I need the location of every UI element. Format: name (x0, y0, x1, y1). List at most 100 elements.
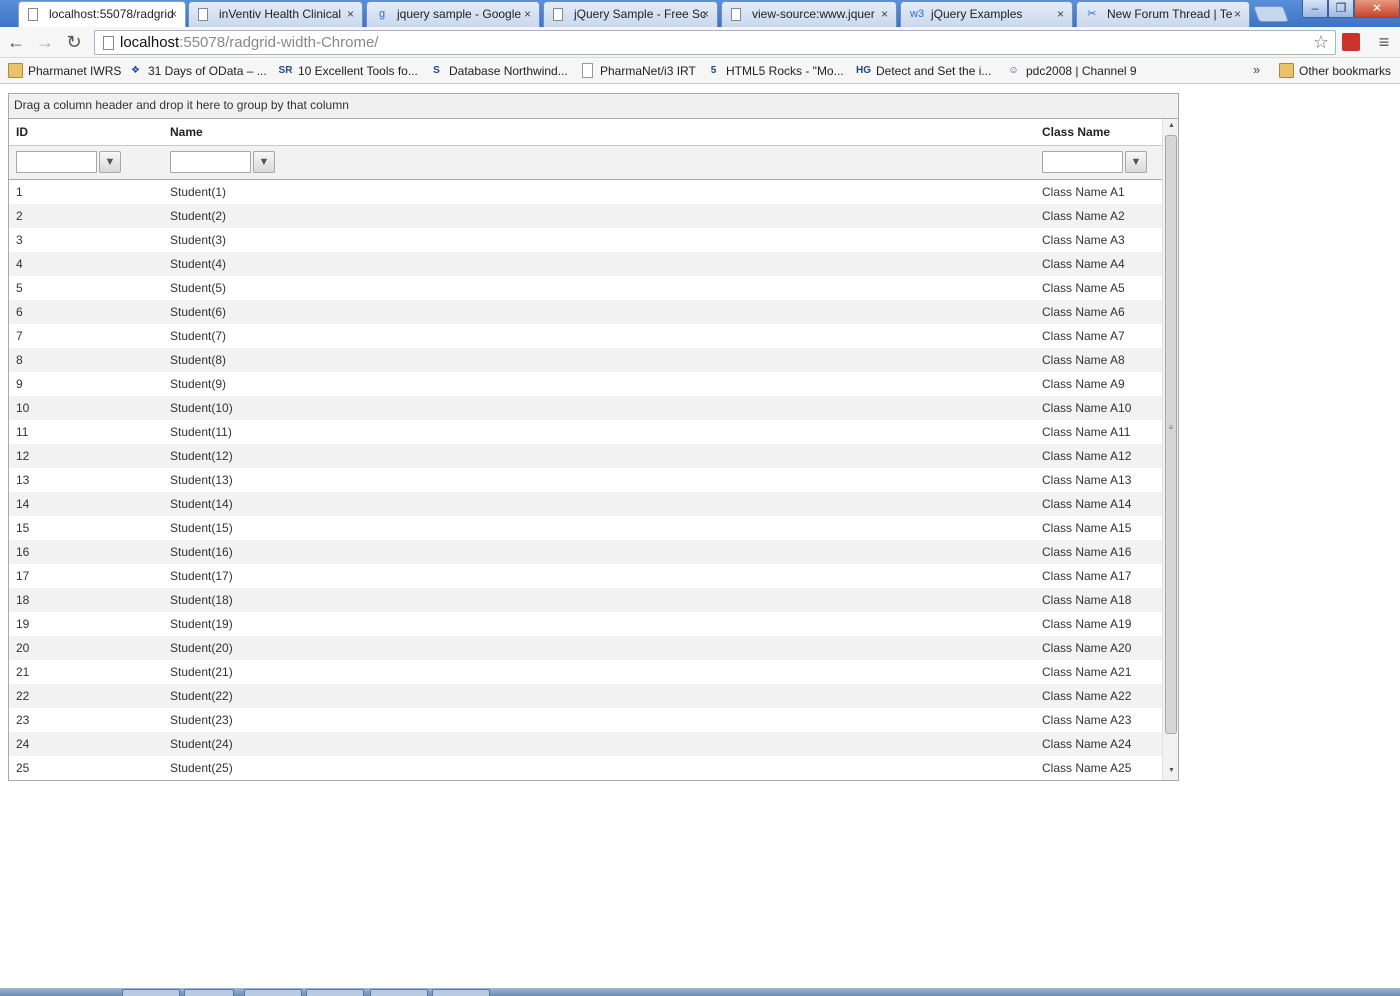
column-header-class-name[interactable]: Class Name (1042, 125, 1110, 139)
table-row[interactable]: 22 Student(22) Class Name A22 (9, 684, 1162, 708)
tab-1[interactable]: localhost:55078/radgrid × (18, 1, 186, 28)
restore-button[interactable]: ❐ (1328, 0, 1354, 18)
taskbar-item[interactable] (184, 989, 234, 996)
name-filter-icon[interactable]: ▼ (253, 151, 275, 173)
id-filter-input[interactable] (16, 151, 97, 173)
close-tab-icon[interactable]: × (702, 2, 709, 26)
cell-id: 10 (16, 401, 30, 415)
w3-icon: w3 (910, 8, 925, 20)
table-row[interactable]: 17 Student(17) Class Name A17 (9, 564, 1162, 588)
address-bar[interactable]: localhost:55078/radgrid-width-Chrome/ ☆ (94, 30, 1336, 55)
name-filter-input[interactable] (170, 151, 251, 173)
taskbar (0, 988, 1400, 996)
class-name-filter-input[interactable] (1042, 151, 1123, 173)
bookmark-star-icon[interactable]: ☆ (1313, 32, 1329, 53)
table-row[interactable]: 5 Student(5) Class Name A5 (9, 276, 1162, 300)
bookmark-label: PharmaNet/i3 IRT (600, 64, 696, 78)
url-text[interactable]: localhost:55078/radgrid-width-Chrome/ (120, 34, 378, 51)
reload-icon[interactable]: ↻ (63, 31, 85, 53)
tab-2[interactable]: inVentiv Health Clinical × (188, 1, 363, 27)
table-row[interactable]: 21 Student(21) Class Name A21 (9, 660, 1162, 684)
scroll-thumb[interactable]: ≡ (1165, 135, 1177, 734)
tab-title: view-source:www.jquer (752, 7, 875, 21)
forward-icon[interactable]: → (34, 31, 56, 53)
cell-id: 1 (16, 185, 23, 199)
close-tab-icon[interactable]: × (881, 2, 888, 26)
id-filter-icon[interactable]: ▼ (99, 151, 121, 173)
table-row[interactable]: 4 Student(4) Class Name A4 (9, 252, 1162, 276)
column-header-id[interactable]: ID (16, 125, 28, 139)
taskbar-item[interactable] (432, 989, 490, 996)
table-row[interactable]: 19 Student(19) Class Name A19 (9, 612, 1162, 636)
bookmarks-overflow-button[interactable]: » (1253, 62, 1260, 77)
taskbar-item[interactable] (244, 989, 302, 996)
scroll-up-icon[interactable]: ▲ (1163, 119, 1178, 133)
menu-icon[interactable]: ≡ (1376, 33, 1392, 51)
page-icon (553, 8, 563, 21)
bookmark-item[interactable]: S Database Northwind... (429, 62, 568, 80)
tab-title: localhost:55078/radgrid (49, 7, 174, 21)
column-header-name[interactable]: Name (170, 125, 203, 139)
close-tab-icon[interactable]: × (1057, 2, 1064, 26)
cell-name: Student(15) (170, 521, 233, 535)
table-row[interactable]: 15 Student(15) Class Name A15 (9, 516, 1162, 540)
tab-7[interactable]: ✂ New Forum Thread | Te × (1076, 1, 1250, 27)
tab-4[interactable]: jQuery Sample - Free Sc × (543, 1, 718, 27)
table-row[interactable]: 7 Student(7) Class Name A7 (9, 324, 1162, 348)
bookmark-label: Detect and Set the i... (876, 64, 992, 78)
back-icon[interactable]: ← (5, 31, 27, 53)
scroll-down-icon[interactable]: ▼ (1163, 764, 1178, 778)
grid-body: ID Name Class Name ▼ ▼ ▼ 1 Student(1) Clas… (9, 119, 1162, 780)
cell-id: 25 (16, 761, 30, 775)
taskbar-item[interactable] (370, 989, 428, 996)
table-row[interactable]: 20 Student(20) Class Name A20 (9, 636, 1162, 660)
close-window-button[interactable]: ✕ (1354, 0, 1400, 18)
table-row[interactable]: 9 Student(9) Class Name A9 (9, 372, 1162, 396)
cell-id: 6 (16, 305, 23, 319)
new-tab-button[interactable] (1253, 6, 1289, 22)
class-name-filter-icon[interactable]: ▼ (1125, 151, 1147, 173)
taskbar-item[interactable] (306, 989, 364, 996)
bookmark-item[interactable]: 5 HTML5 Rocks - "Mo... (706, 62, 844, 80)
tab-6[interactable]: w3 jQuery Examples × (900, 1, 1073, 27)
close-tab-icon[interactable]: × (347, 2, 354, 26)
other-bookmarks-folder[interactable]: Other bookmarks (1279, 62, 1391, 80)
table-row[interactable]: 11 Student(11) Class Name A11 (9, 420, 1162, 444)
cell-id: 9 (16, 377, 23, 391)
taskbar-item[interactable] (122, 989, 180, 996)
close-tab-icon[interactable]: × (1234, 2, 1241, 26)
minimize-button[interactable]: – (1302, 0, 1328, 18)
bookmark-item[interactable]: SR 10 Excellent Tools fo... (278, 62, 418, 80)
vertical-scrollbar[interactable]: ▲ ≡ ▼ (1162, 119, 1178, 780)
group-panel[interactable]: Drag a column header and drop it here to… (9, 94, 1178, 119)
table-row[interactable]: 2 Student(2) Class Name A2 (9, 204, 1162, 228)
tab-3[interactable]: g jquery sample - Google × (366, 1, 540, 27)
table-row[interactable]: 6 Student(6) Class Name A6 (9, 300, 1162, 324)
bookmark-item[interactable]: PharmaNet/i3 IRT (580, 62, 696, 80)
table-row[interactable]: 12 Student(12) Class Name A12 (9, 444, 1162, 468)
cell-name: Student(3) (170, 233, 227, 247)
bookmark-item[interactable]: ❖ 31 Days of OData – ... (128, 62, 267, 80)
cell-name: Student(5) (170, 281, 227, 295)
table-row[interactable]: 3 Student(3) Class Name A3 (9, 228, 1162, 252)
table-row[interactable]: 16 Student(16) Class Name A16 (9, 540, 1162, 564)
table-row[interactable]: 25 Student(25) Class Name A25 (9, 756, 1162, 780)
table-row[interactable]: 24 Student(24) Class Name A24 (9, 732, 1162, 756)
tab-5[interactable]: view-source:www.jquer × (721, 1, 897, 27)
bookmark-item[interactable]: ☺ pdc2008 | Channel 9 (1006, 62, 1136, 80)
bookmark-item[interactable]: Pharmanet IWRS (8, 62, 121, 80)
table-row[interactable]: 1 Student(1) Class Name A1 (9, 180, 1162, 204)
extension-icon[interactable] (1342, 33, 1360, 51)
bookmark-item[interactable]: HG Detect and Set the i... (856, 62, 991, 80)
close-tab-icon[interactable]: × (170, 2, 177, 26)
table-row[interactable]: 8 Student(8) Class Name A8 (9, 348, 1162, 372)
table-row[interactable]: 14 Student(14) Class Name A14 (9, 492, 1162, 516)
bookmark-label: Database Northwind... (449, 64, 568, 78)
table-row[interactable]: 10 Student(10) Class Name A10 (9, 396, 1162, 420)
cell-name: Student(17) (170, 569, 233, 583)
close-tab-icon[interactable]: × (524, 2, 531, 26)
table-row[interactable]: 18 Student(18) Class Name A18 (9, 588, 1162, 612)
table-row[interactable]: 23 Student(23) Class Name A23 (9, 708, 1162, 732)
table-row[interactable]: 13 Student(13) Class Name A13 (9, 468, 1162, 492)
folder-icon (8, 63, 23, 78)
